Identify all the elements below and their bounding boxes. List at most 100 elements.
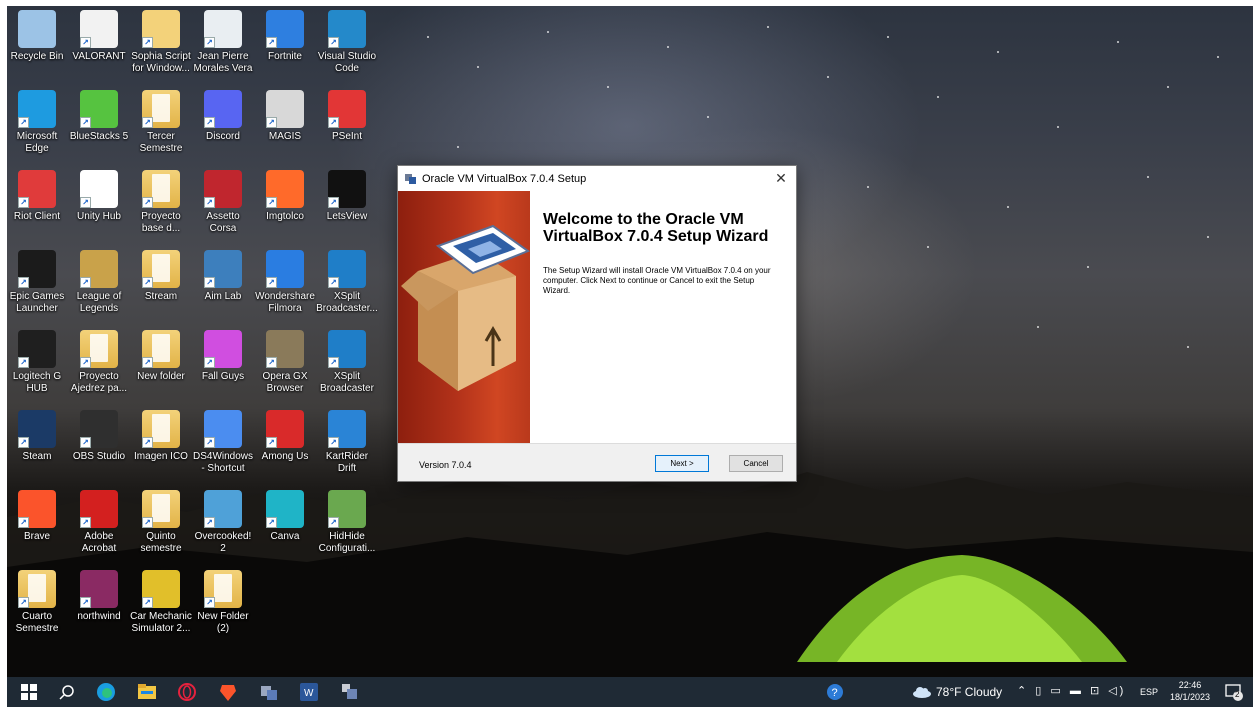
desktop-shortcut[interactable]: ↗ Cuarto Semestre [6, 570, 68, 635]
desktop-shortcut[interactable]: ↗ Jean Pierre Morales Vera [192, 10, 254, 75]
brave-icon: ↗ [18, 490, 56, 528]
desktop-screen: Recycle Bin ↗ VALORANT ↗ Sophia Script for W… [0, 0, 1253, 707]
virtualbox-installer-icon[interactable] [259, 682, 279, 702]
desktop-shortcut[interactable]: ↗ Among Us [254, 410, 316, 463]
next-button[interactable]: Next > [655, 455, 709, 472]
shortcut-arrow-icon: ↗ [204, 357, 215, 368]
star [1117, 41, 1119, 43]
shortcut-arrow-icon: ↗ [142, 437, 153, 448]
desktop-shortcut[interactable]: ↗ Riot Client [6, 170, 68, 223]
desktop-shortcut[interactable]: ↗ Microsoft Edge [6, 90, 68, 155]
desktop-shortcut[interactable]: ↗ XSplit Broadcaster [316, 330, 378, 395]
desktop-shortcut[interactable]: ↗ Sophia Script for Window... [130, 10, 192, 75]
close-icon[interactable]: ✕ [774, 170, 788, 186]
desktop-shortcut[interactable]: ↗ League of Legends [68, 250, 130, 315]
system-tray-icons[interactable]: ⌃ ▯ ▭ ▬ ⊡ ◁) [1017, 684, 1126, 697]
desktop-shortcut[interactable]: Recycle Bin [6, 10, 68, 63]
weather-widget[interactable]: 78°F Cloudy [912, 685, 1002, 699]
desktop-shortcut[interactable]: ↗ Proyecto Ajedrez pa... [68, 330, 130, 395]
desktop-shortcut[interactable]: ↗ New Folder (2) [192, 570, 254, 635]
desktop-shortcut-label: Jean Pierre Morales Vera [193, 51, 253, 74]
desktop-shortcut[interactable]: ↗ Logitech G HUB [6, 330, 68, 395]
star [1167, 86, 1169, 88]
tray-app-icon[interactable]: ▯ [1035, 685, 1044, 697]
hidhide-icon: ↗ [328, 490, 366, 528]
battery-icon[interactable]: ▭ [1050, 685, 1063, 697]
desktop-shortcut[interactable]: ↗ Aim Lab [192, 250, 254, 303]
vscode-icon: ↗ [328, 10, 366, 48]
desktop-shortcut[interactable]: ↗ Canva [254, 490, 316, 543]
among-us-icon: ↗ [266, 410, 304, 448]
desktop-shortcut[interactable]: ↗ VALORANT [68, 10, 130, 63]
desktop-shortcut[interactable]: ↗ northwind [68, 570, 130, 623]
word-icon[interactable]: W [299, 682, 319, 702]
desktop-shortcut[interactable]: ↗ BlueStacks 5 [68, 90, 130, 143]
brave-icon[interactable] [218, 682, 238, 702]
desktop-shortcut[interactable]: ↗ XSplit Broadcaster... [316, 250, 378, 315]
desktop-shortcut[interactable]: ↗ New folder [130, 330, 192, 383]
virtualbox-setup-icon[interactable] [340, 682, 360, 702]
xsplit-icon: ↗ [328, 330, 366, 368]
shortcut-arrow-icon: ↗ [18, 277, 29, 288]
desktop-shortcut[interactable]: ↗ DS4Windows - Shortcut [192, 410, 254, 475]
desktop-shortcut[interactable]: ↗ Quinto semestre [130, 490, 192, 555]
virtualbox-banner-image [398, 191, 530, 443]
desktop-shortcut-label: Among Us [261, 451, 309, 462]
desktop-shortcut-label: Fortnite [268, 51, 302, 62]
notification-center-icon[interactable]: 2 [1225, 683, 1243, 701]
riot-client-icon: ↗ [18, 170, 56, 208]
desktop-shortcut[interactable]: ↗ Wondershare Filmora [254, 250, 316, 315]
desktop-shortcut[interactable]: ↗ Fall Guys [192, 330, 254, 383]
aim-lab-icon: ↗ [204, 250, 242, 288]
chevron-up-icon[interactable]: ⌃ [1017, 685, 1029, 697]
desktop-shortcut[interactable]: ↗ Assetto Corsa [192, 170, 254, 235]
desktop-shortcut[interactable]: ↗ KartRider Drift [316, 410, 378, 475]
desktop-shortcut[interactable]: ↗ PSeInt [316, 90, 378, 143]
ds4windows-icon: ↗ [204, 410, 242, 448]
desktop-shortcut[interactable]: ↗ MAGIS [254, 90, 316, 143]
folder-icon: ↗ [18, 570, 56, 608]
desktop-shortcut[interactable]: ↗ Tercer Semestre [130, 90, 192, 155]
svg-text:?: ? [832, 687, 838, 699]
desktop-shortcut-label: Imgtolco [266, 211, 304, 222]
search-icon[interactable] [57, 682, 77, 702]
shortcut-arrow-icon: ↗ [266, 197, 277, 208]
logitech-ghub-icon: ↗ [18, 330, 56, 368]
desktop-shortcut[interactable]: ↗ LetsView [316, 170, 378, 223]
file-explorer-icon[interactable] [137, 682, 157, 702]
shortcut-arrow-icon: ↗ [266, 117, 277, 128]
help-icon[interactable]: ? [825, 682, 845, 702]
desktop-shortcut[interactable]: ↗ Visual Studio Code [316, 10, 378, 75]
desktop-shortcut[interactable]: ↗ Epic Games Launcher [6, 250, 68, 315]
desktop-shortcut[interactable]: ↗ Opera GX Browser [254, 330, 316, 395]
star [1037, 326, 1039, 328]
desktop-shortcut[interactable]: ↗ Steam [6, 410, 68, 463]
desktop-shortcut[interactable]: ↗ Adobe Acrobat [68, 490, 130, 555]
windows-start-icon[interactable] [19, 682, 39, 702]
desktop-shortcut[interactable]: ↗ Car Mechanic Simulator 2... [130, 570, 192, 635]
opera-gx-icon[interactable] [177, 682, 197, 702]
desktop-shortcut[interactable]: ↗ HidHide Configurati... [316, 490, 378, 555]
desktop-shortcut[interactable]: ↗ Discord [192, 90, 254, 143]
desktop-shortcut[interactable]: ↗ Fortnite [254, 10, 316, 63]
clock[interactable]: 22:46 18/1/2023 [1165, 679, 1215, 703]
monitor-icon[interactable]: ⊡ [1090, 685, 1102, 697]
volume-icon[interactable]: ◁) [1108, 685, 1126, 697]
folder-icon: ↗ [142, 490, 180, 528]
desktop-shortcut[interactable]: ↗ Unity Hub [68, 170, 130, 223]
network-icon[interactable]: ▬ [1070, 685, 1084, 697]
svg-text:W: W [304, 688, 314, 699]
desktop-shortcut[interactable]: ↗ Stream [130, 250, 192, 303]
desktop-shortcut[interactable]: ↗ Brave [6, 490, 68, 543]
desktop-shortcut[interactable]: ↗ Overcooked! 2 [192, 490, 254, 555]
language-indicator[interactable]: ESP [1140, 687, 1158, 697]
shortcut-arrow-icon: ↗ [18, 197, 29, 208]
desktop-shortcut[interactable]: ↗ Imagen ICO [130, 410, 192, 463]
desktop-shortcut-label: Adobe Acrobat [81, 531, 117, 554]
cancel-button[interactable]: Cancel [729, 455, 783, 472]
desktop-shortcut[interactable]: ↗ Imgtolco [254, 170, 316, 223]
desktop-shortcut[interactable]: ↗ Proyecto base d... [130, 170, 192, 235]
desktop-shortcut[interactable]: ↗ OBS Studio [68, 410, 130, 463]
dialog-title-bar[interactable]: Oracle VM VirtualBox 7.0.4 Setup ✕ [398, 166, 796, 191]
edge-icon[interactable] [96, 682, 116, 702]
